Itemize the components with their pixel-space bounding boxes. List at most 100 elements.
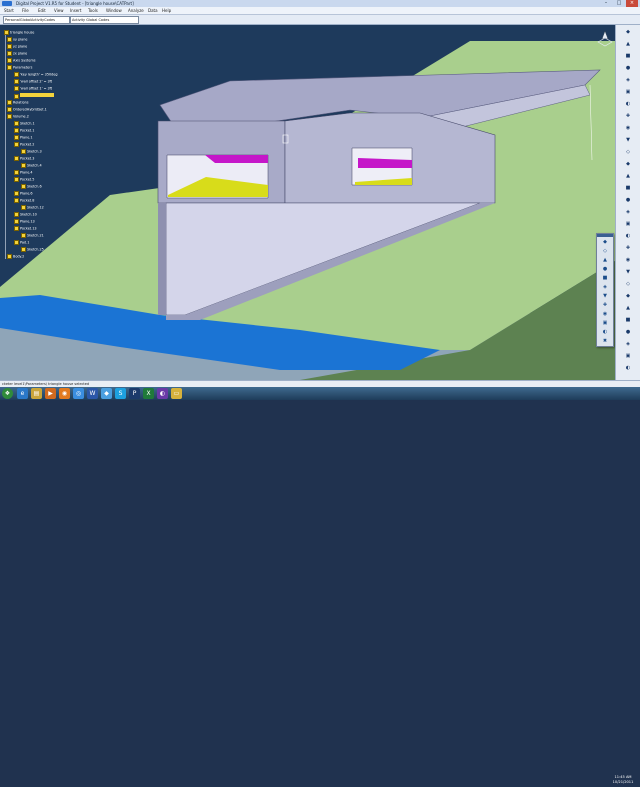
tree-node-body-2[interactable]: Body.2 (7, 254, 24, 259)
right-tool-25[interactable]: ■ (620, 317, 636, 324)
right-tool-18[interactable]: ◐ (620, 233, 636, 240)
tool-button-4[interactable]: ● (600, 266, 610, 273)
right-tool-1[interactable]: ◆ (620, 29, 636, 36)
tree-node-yz-plane[interactable]: yz plane (7, 44, 27, 49)
skype-icon[interactable]: S (115, 388, 126, 399)
right-tool-13[interactable]: ▲ (620, 173, 636, 180)
minimize-button[interactable]: – (600, 0, 612, 7)
tool-button-9[interactable]: ◉ (600, 311, 610, 318)
tree-node-volume[interactable]: Volume.2 (7, 114, 29, 119)
tree-node-param-1[interactable]: 'key length' = 350deg (14, 72, 58, 77)
tree-node-parameters[interactable]: Parameters (7, 65, 32, 70)
menu-help[interactable]: Help (160, 7, 173, 14)
tree-node-pocket-3[interactable]: Pocket.3 (14, 156, 34, 161)
right-tool-17[interactable]: ▣ (620, 221, 636, 228)
menu-window[interactable]: Window (104, 7, 124, 14)
tree-node-sketch-1[interactable]: Sketch.1 (14, 121, 35, 126)
tree-node-param-3[interactable]: 'wall offset 1' = 3ft (14, 86, 52, 91)
explorer-icon[interactable]: ▤ (31, 388, 42, 399)
tree-node-plane-1[interactable]: Plane.1 (14, 135, 33, 140)
tree-node-sketch-4[interactable]: Sketch.4 (21, 163, 42, 168)
tool-button-10[interactable]: ▣ (600, 320, 610, 327)
right-tool-22[interactable]: ◇ (620, 281, 636, 288)
menu-tools[interactable]: Tools (86, 7, 100, 14)
right-tool-8[interactable]: ✚ (620, 113, 636, 120)
activity-code-combo[interactable]: PersonalGlobalActivityCodes (3, 16, 70, 24)
specification-tree[interactable]: triangle house xy plane yz plane zx plan… (4, 30, 70, 262)
right-tool-21[interactable]: ▼ (620, 269, 636, 276)
global-code-combo[interactable]: Activity Global Codes (70, 16, 139, 24)
project-icon[interactable]: ◐ (157, 388, 168, 399)
catia-icon[interactable]: ◆ (101, 388, 112, 399)
tree-node-xy-plane[interactable]: xy plane (7, 37, 28, 42)
maximize-button[interactable]: □ (613, 0, 625, 7)
right-tool-26[interactable]: ● (620, 329, 636, 336)
menu-file[interactable]: File (20, 7, 31, 14)
start-orb-icon[interactable]: ❖ (2, 388, 13, 399)
right-tool-7[interactable]: ◐ (620, 101, 636, 108)
tree-node-plane-6[interactable]: Plane.6 (14, 191, 33, 196)
tree-node-sketch-25[interactable]: Sketch.25 (21, 247, 44, 252)
right-tool-6[interactable]: ▣ (620, 89, 636, 96)
system-clock[interactable]: 11:45 AM 10/21/2011 (608, 775, 638, 787)
tree-node-plane-13[interactable]: Plane.13 (14, 219, 35, 224)
tree-node-hybrid-set[interactable]: OrderedHybridSet.1 (7, 107, 47, 112)
right-tool-24[interactable]: ▲ (620, 305, 636, 312)
tree-node-selected[interactable] (14, 93, 54, 99)
folder-icon[interactable]: ▭ (171, 388, 182, 399)
excel-icon[interactable]: X (143, 388, 154, 399)
ie-icon[interactable]: e (17, 388, 28, 399)
tree-node-sketch-3[interactable]: Sketch.3 (21, 149, 42, 154)
right-tool-4[interactable]: ● (620, 65, 636, 72)
tree-node-pocket-13[interactable]: Pocket.13 (14, 226, 37, 231)
tree-node-relations[interactable]: Relations (7, 100, 29, 105)
3d-viewport[interactable] (0, 25, 615, 380)
tree-node-zx-plane[interactable]: zx plane (7, 51, 27, 56)
tree-node-param-2[interactable]: 'wall offset 2' = 3ft (14, 79, 52, 84)
close-button[interactable]: × (626, 0, 638, 7)
menu-analyze[interactable]: Analyze (126, 7, 146, 14)
tool-button-3[interactable]: ▲ (600, 257, 610, 264)
tool-button-2[interactable]: ◇ (600, 248, 610, 255)
right-tool-3[interactable]: ■ (620, 53, 636, 60)
right-tool-28[interactable]: ▣ (620, 353, 636, 360)
tree-node-pad-1[interactable]: Pad.1 (14, 240, 29, 245)
right-tool-14[interactable]: ■ (620, 185, 636, 192)
chrome-icon[interactable]: ◎ (73, 388, 84, 399)
floating-toolbar-grip[interactable] (597, 234, 613, 237)
tree-node-plane-4[interactable]: Plane.4 (14, 170, 33, 175)
right-tool-5[interactable]: ◈ (620, 77, 636, 84)
tree-node-axis-systems[interactable]: Axis Systems (7, 58, 36, 63)
compass-icon[interactable] (596, 30, 614, 48)
tool-button-12[interactable]: ✖ (600, 338, 610, 345)
tree-node-sketch-21[interactable]: Sketch.21 (21, 233, 44, 238)
right-tool-16[interactable]: ◈ (620, 209, 636, 216)
tool-button-6[interactable]: ◈ (600, 284, 610, 291)
media-icon[interactable]: ▶ (45, 388, 56, 399)
firefox-icon[interactable]: ◉ (59, 388, 70, 399)
tool-button-5[interactable]: ■ (600, 275, 610, 282)
tool-button-11[interactable]: ◐ (600, 329, 610, 336)
right-tool-2[interactable]: ▲ (620, 41, 636, 48)
photoshop-icon[interactable]: P (129, 388, 140, 399)
right-tool-15[interactable]: ● (620, 197, 636, 204)
right-tool-9[interactable]: ◉ (620, 125, 636, 132)
menu-data[interactable]: Data (146, 7, 160, 14)
right-tool-11[interactable]: ◇ (620, 149, 636, 156)
tree-node-sketch-10[interactable]: Sketch.10 (14, 212, 37, 217)
right-tool-23[interactable]: ◆ (620, 293, 636, 300)
tree-node-pocket-1[interactable]: Pocket.1 (14, 128, 34, 133)
tool-button-1[interactable]: ◆ (600, 239, 610, 246)
menu-start[interactable]: Start (2, 7, 16, 14)
tree-node-pocket-5[interactable]: Pocket.5 (14, 177, 34, 182)
right-tool-29[interactable]: ◐ (620, 365, 636, 372)
tool-button-8[interactable]: ✚ (600, 302, 610, 309)
menu-edit[interactable]: Edit (36, 7, 48, 14)
right-tool-27[interactable]: ◈ (620, 341, 636, 348)
tree-node-sketch-12[interactable]: Sketch.12 (21, 205, 44, 210)
word-icon[interactable]: W (87, 388, 98, 399)
tool-button-7[interactable]: ▼ (600, 293, 610, 300)
right-tool-12[interactable]: ◆ (620, 161, 636, 168)
tree-node-pocket-8[interactable]: Pocket.8 (14, 198, 34, 203)
tree-node-root[interactable]: triangle house (4, 30, 34, 35)
